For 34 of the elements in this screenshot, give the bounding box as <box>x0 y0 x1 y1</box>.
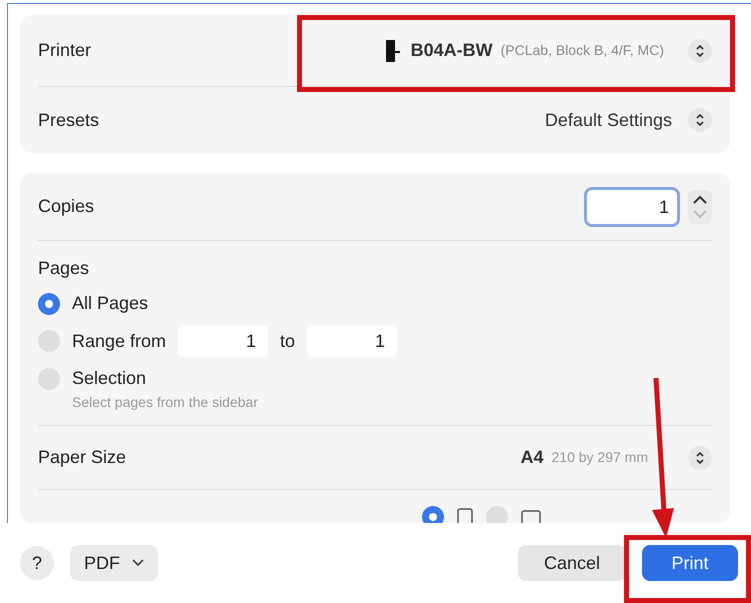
printer-name: B04A-BW <box>410 39 493 62</box>
stepper-icon[interactable] <box>688 190 712 224</box>
pages-label: Pages <box>38 257 90 280</box>
cancel-button[interactable]: Cancel <box>518 545 626 581</box>
radio-label: Selection <box>72 367 146 390</box>
landscape-icon <box>520 508 542 523</box>
selection-hint: Select pages from the sidebar <box>72 393 259 412</box>
radio-button[interactable] <box>422 506 444 523</box>
presets-stepper-icon[interactable] <box>688 108 712 132</box>
presets-value[interactable]: Default Settings <box>544 106 672 134</box>
paper-size-value: A4 <box>520 446 544 469</box>
paper-size-stepper-icon[interactable] <box>688 446 712 470</box>
print-button[interactable]: Print <box>642 545 738 581</box>
radio-button[interactable] <box>38 292 60 314</box>
range-to-field[interactable]: 1 <box>307 325 398 357</box>
help-button[interactable]: ? <box>20 546 54 580</box>
chevron-down-icon <box>132 559 144 567</box>
printer-stepper-icon[interactable] <box>688 38 712 62</box>
range-to-label: to <box>280 330 296 352</box>
range-from-field[interactable]: 1 <box>178 325 268 357</box>
printer-location: (PCLab, Block B, 4/F, MC) <box>500 41 664 60</box>
radio-button[interactable] <box>486 506 508 523</box>
paper-size-detail: 210 by 297 mm <box>552 448 648 467</box>
radio-label: All Pages <box>72 292 148 315</box>
radio-label: Range from <box>72 330 166 353</box>
paper-size-label: Paper Size <box>38 446 126 469</box>
pdf-menu-button[interactable]: PDF <box>70 545 158 581</box>
printer-icon <box>384 38 403 62</box>
portrait-icon <box>456 507 474 523</box>
copies-field[interactable]: 1 <box>584 186 680 226</box>
copies-label: Copies <box>38 195 94 218</box>
printer-label: Printer <box>38 39 92 62</box>
pdf-label: PDF <box>84 552 120 574</box>
presets-label: Presets <box>38 108 100 132</box>
